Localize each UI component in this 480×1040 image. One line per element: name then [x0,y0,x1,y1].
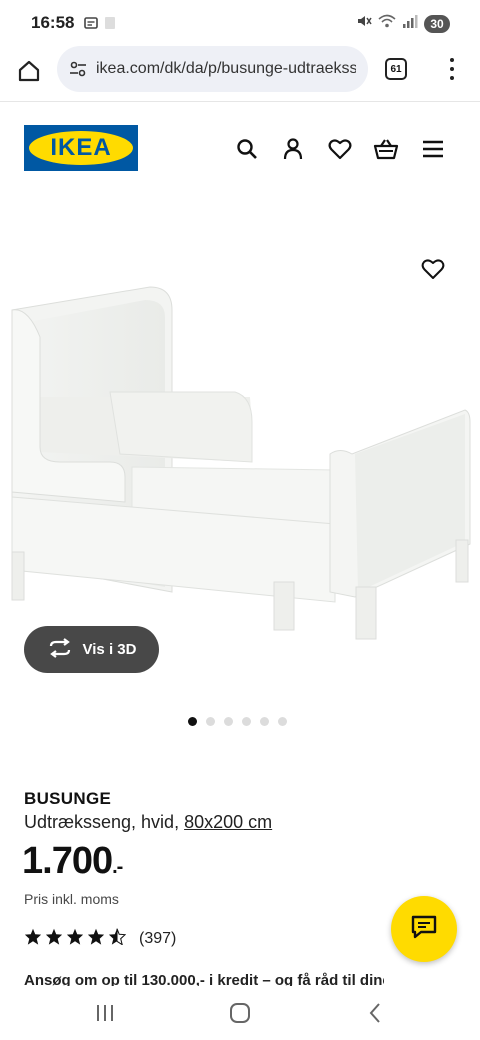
tabs-icon[interactable]: 61 [385,58,407,80]
image-icon [104,16,116,35]
product-rating[interactable]: (397) [24,928,176,950]
carousel-dot[interactable] [206,717,215,726]
status-notification-icons [84,16,116,35]
price-value: 1.700 [22,840,113,882]
back-icon[interactable] [360,1000,390,1026]
carousel-dot[interactable] [242,717,251,726]
browser-toolbar: ikea.com/dk/da/p/busunge-udtraeksseng 61 [0,46,480,102]
url-text[interactable]: ikea.com/dk/da/p/busunge-udtraeksseng [96,60,356,78]
home-nav-icon[interactable] [225,1000,255,1026]
wishlist-icon[interactable] [327,136,353,162]
status-bar: 16:58 30 [0,0,480,46]
image-carousel-dots [188,717,287,726]
message-icon [84,16,98,35]
review-count[interactable]: (397) [139,930,176,948]
logo-text: IKEA [50,134,112,161]
half-star-icon [108,928,127,950]
product-name: BUSUNGE [24,789,112,808]
mute-icon [356,13,372,34]
address-bar[interactable]: ikea.com/dk/da/p/busunge-udtraeksseng [57,46,368,92]
home-icon[interactable] [14,56,44,86]
site-header: IKEA [0,102,480,192]
cart-icon[interactable] [373,136,399,162]
more-icon[interactable] [444,56,460,82]
carousel-dot[interactable] [260,717,269,726]
site-settings-icon[interactable] [66,57,90,81]
star-icon [45,928,63,950]
status-time: 16:58 [31,13,75,32]
product-price: 1.700.- [22,840,123,883]
price-suffix: .- [112,856,123,878]
view-in-3d-label: Vis i 3D [82,641,137,658]
system-navigation-bar [0,986,480,1040]
search-icon[interactable] [234,136,260,162]
product-type: Udtræksseng, hvid, [24,812,180,832]
product-description: Udtræksseng, hvid, 80x200 cm [24,812,272,833]
ikea-logo[interactable]: IKEA [24,125,138,171]
chat-button[interactable] [391,896,457,962]
recent-apps-icon[interactable] [90,1000,120,1026]
wifi-icon [378,13,396,34]
star-icon [24,928,42,950]
battery-indicator: 30 [424,14,450,33]
rotate-3d-icon [47,637,73,662]
signal-icon [402,13,418,34]
chat-icon [410,914,438,945]
credit-promo-text[interactable]: Ansøg om op til 130.000,- i kredit – og … [24,972,384,986]
star-icon [87,928,105,950]
save-to-wishlist-icon[interactable] [419,255,447,283]
status-system-icons: 30 [356,13,450,34]
account-icon[interactable] [280,136,306,162]
view-in-3d-button[interactable]: Vis i 3D [24,626,159,673]
vat-note: Pris inkl. moms [24,891,119,907]
product-size-link[interactable]: 80x200 cm [184,812,272,832]
carousel-dot[interactable] [224,717,233,726]
carousel-dot[interactable] [278,717,287,726]
carousel-dot[interactable] [188,717,197,726]
menu-icon[interactable] [420,136,446,162]
star-icon [66,928,84,950]
